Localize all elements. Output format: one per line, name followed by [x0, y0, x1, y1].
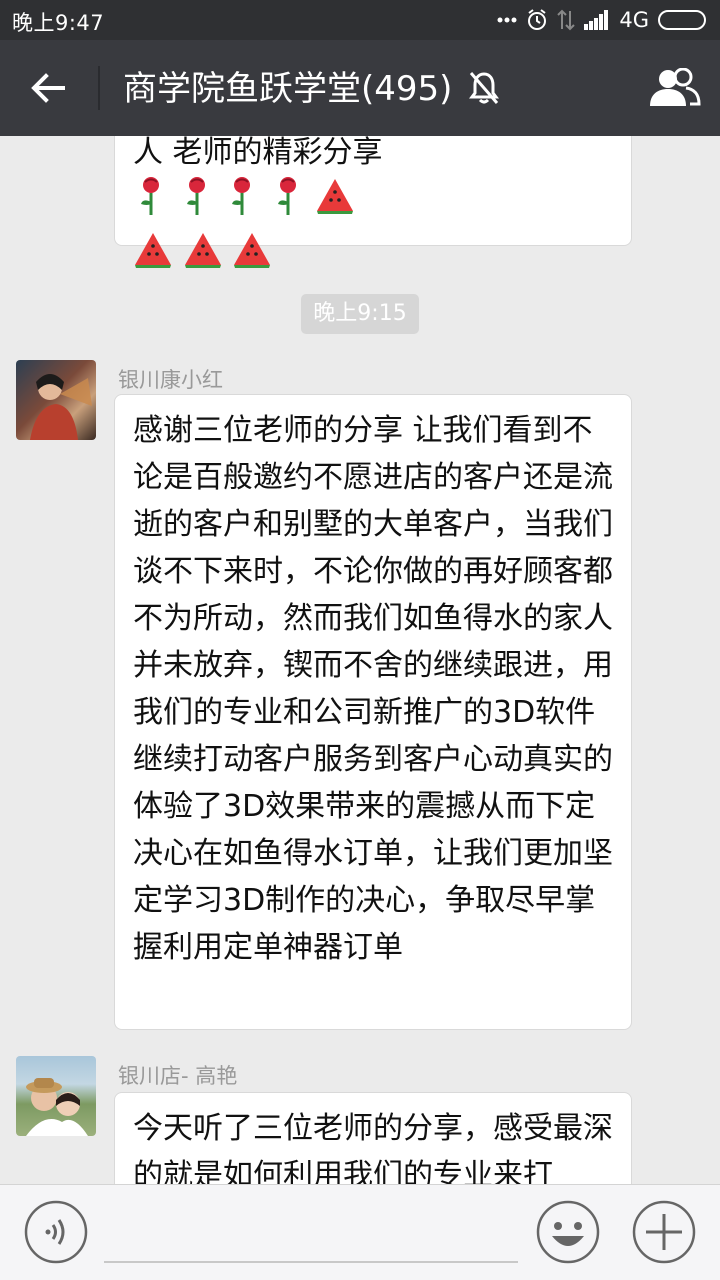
alarm-icon	[528, 9, 547, 30]
avatar-image	[26, 1078, 88, 1136]
message-timestamp: 晚上9:15	[301, 294, 419, 334]
signal-icon	[584, 10, 609, 30]
status-time: 晚上9:47	[12, 11, 105, 35]
bell-muted-icon	[469, 72, 499, 104]
emoji-icon	[536, 1200, 600, 1264]
voice-input-button[interactable]	[24, 1200, 88, 1264]
chat-title: 商学院鱼跃学堂(495)	[123, 69, 453, 109]
message-bubble[interactable]: 感谢三位老师的分享 让我们看到不论是百般邀约不愿进店的客户还是流逝的客户和别墅的…	[114, 394, 632, 1030]
rose-emoji-icon	[186, 177, 205, 215]
group-members-icon	[650, 68, 701, 106]
chat-message-list[interactable]: 人 老师的精彩分享 晚上9:15 银川康小红 感谢三位老师的分享 让我们看到不论…	[0, 136, 720, 1184]
chat-header: 商学院鱼跃学堂(495)	[0, 40, 720, 136]
plus-icon	[632, 1200, 696, 1264]
more-options-button[interactable]	[632, 1200, 696, 1264]
watermelon-emoji-icon	[184, 233, 221, 268]
voice-input-icon	[24, 1200, 88, 1264]
rose-emoji-icon	[232, 177, 251, 215]
battery-icon	[658, 10, 706, 30]
emoji-button[interactable]	[536, 1200, 600, 1264]
watermelon-emoji-icon	[317, 179, 354, 214]
message-input[interactable]	[104, 1205, 518, 1263]
avatar[interactable]	[16, 360, 96, 440]
watermelon-emoji-icon	[234, 233, 271, 268]
watermelon-emoji-icon	[135, 233, 171, 268]
rose-emoji-icon	[141, 177, 159, 215]
rose-emoji-icon	[277, 177, 296, 215]
message-bubble[interactable]: 今天听了三位老师的分享，感受最深的就是如何利用我们的专业来打	[114, 1092, 632, 1184]
sender-name: 银川店- 高艳	[118, 1064, 238, 1088]
back-arrow-icon	[31, 73, 65, 103]
emoji-sequence	[133, 176, 355, 230]
network-type: 4G	[619, 8, 649, 32]
chat-input-bar	[0, 1184, 720, 1280]
status-bar: 晚上9:47 4G	[0, 0, 720, 40]
message-text: 人 老师的精彩分享	[133, 136, 383, 170]
more-dots-icon	[497, 17, 517, 23]
status-icons: 4G	[497, 6, 708, 34]
data-transfer-icon	[557, 9, 576, 31]
header-divider	[98, 66, 100, 110]
avatar[interactable]	[16, 1056, 96, 1136]
message-bubble-partial[interactable]: 人 老师的精彩分享	[114, 136, 632, 268]
avatar-image	[30, 374, 92, 440]
sender-name: 银川康小红	[118, 368, 223, 392]
group-members-button[interactable]	[644, 62, 704, 114]
emoji-sequence-2	[133, 230, 272, 284]
back-button[interactable]	[22, 62, 74, 114]
